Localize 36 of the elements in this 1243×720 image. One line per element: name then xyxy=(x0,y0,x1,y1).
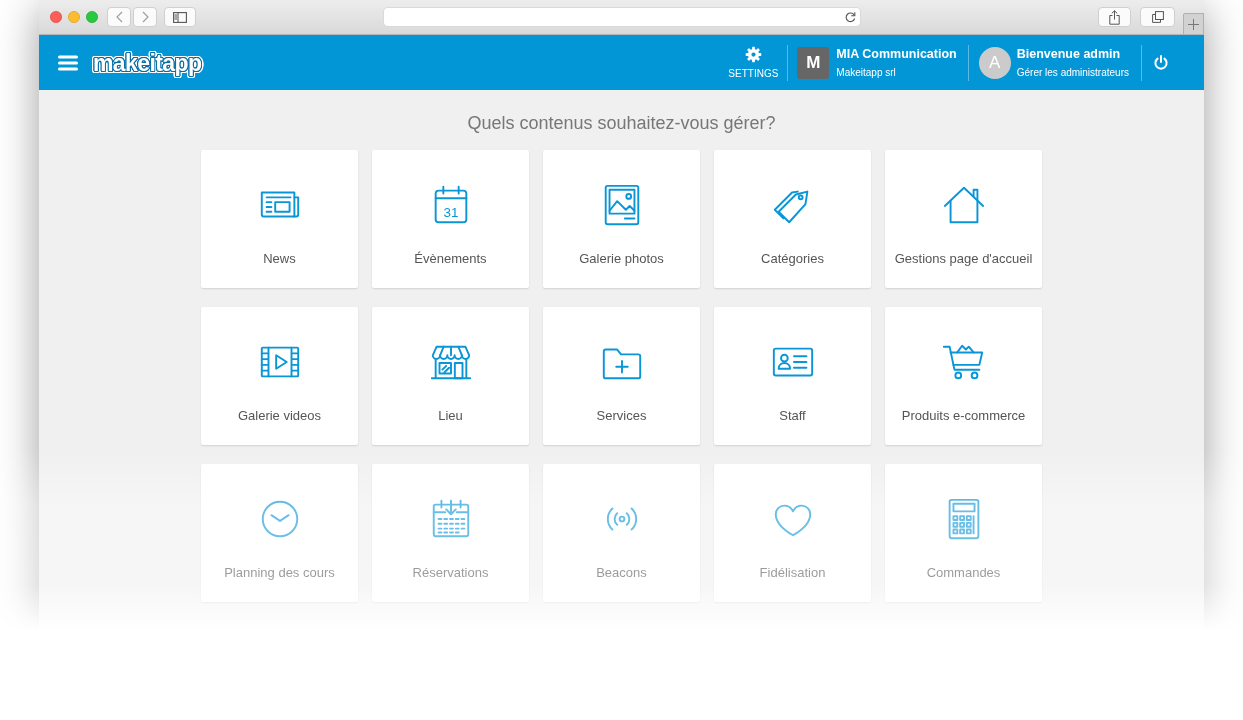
content-tile[interactable]: News xyxy=(201,150,358,288)
back-button[interactable] xyxy=(107,7,131,27)
organization-subtitle: Makeitapp srl xyxy=(836,66,897,79)
content-tile[interactable]: Staff xyxy=(714,307,871,445)
chevron-left-icon xyxy=(115,11,123,23)
content-tile[interactable]: Galerie videos xyxy=(201,307,358,445)
page-heading: Quels contenus souhaitez-vous gérer? xyxy=(466,112,777,134)
share-icon xyxy=(1109,9,1120,25)
content-tile[interactable]: Gestions page d'accueil xyxy=(885,150,1042,288)
content-tile[interactable]: 31 Évènements xyxy=(372,150,529,288)
content-tile[interactable]: Produits e-commerce xyxy=(885,307,1042,445)
welcome-text: Bienvenue admin xyxy=(1016,46,1122,62)
window-minimize-icon[interactable] xyxy=(68,11,80,23)
tabs-icon xyxy=(1151,11,1164,23)
window-close-icon[interactable] xyxy=(50,11,62,23)
reload-icon[interactable] xyxy=(844,11,856,23)
organization-avatar: M xyxy=(797,46,830,79)
organization-name: MIA Communication xyxy=(836,46,957,62)
sidebar-button[interactable] xyxy=(164,7,196,27)
content-tile[interactable]: Galerie photos xyxy=(543,150,700,288)
new-tab-button[interactable] xyxy=(1183,13,1204,34)
calendar-date: 31 xyxy=(443,204,458,220)
settings-icon xyxy=(744,45,762,63)
window-zoom-icon[interactable] xyxy=(86,11,98,23)
share-button[interactable] xyxy=(1098,7,1131,27)
menu-icon[interactable] xyxy=(58,54,78,71)
sidebar-icon xyxy=(173,11,187,23)
power-icon[interactable] xyxy=(1154,55,1168,70)
content-tile[interactable]: Lieu xyxy=(372,307,529,445)
plus-icon xyxy=(1188,18,1199,30)
forward-button[interactable] xyxy=(133,7,157,27)
chevron-right-icon xyxy=(141,11,149,23)
content-tile[interactable]: Services xyxy=(543,307,700,445)
address-field[interactable] xyxy=(383,8,860,26)
tabs-button[interactable] xyxy=(1140,7,1175,27)
content-tile[interactable]: Catégories xyxy=(714,150,871,288)
